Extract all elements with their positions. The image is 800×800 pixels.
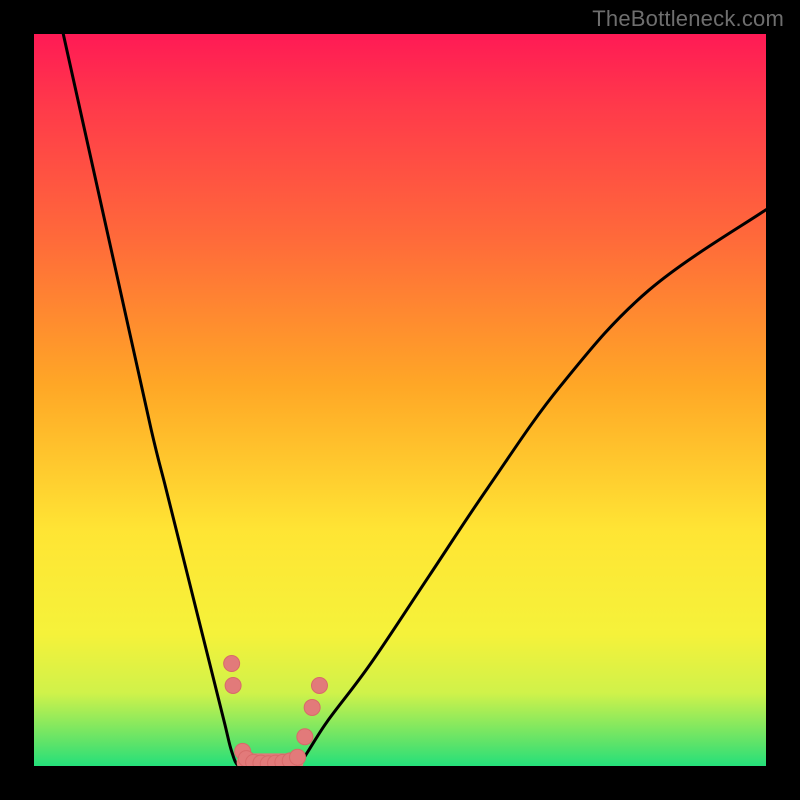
marker-point [225, 677, 241, 693]
plot-area [34, 34, 766, 766]
marker-point [224, 656, 240, 672]
marker-point [297, 729, 313, 745]
marker-group [224, 656, 328, 766]
chart-svg [34, 34, 766, 766]
chart-frame: TheBottleneck.com [0, 0, 800, 800]
marker-point [311, 677, 327, 693]
watermark-text: TheBottleneck.com [592, 6, 784, 32]
curve-group [63, 34, 766, 766]
marker-point [304, 699, 320, 715]
marker-point [290, 749, 306, 765]
bottleneck-curve [63, 34, 766, 766]
